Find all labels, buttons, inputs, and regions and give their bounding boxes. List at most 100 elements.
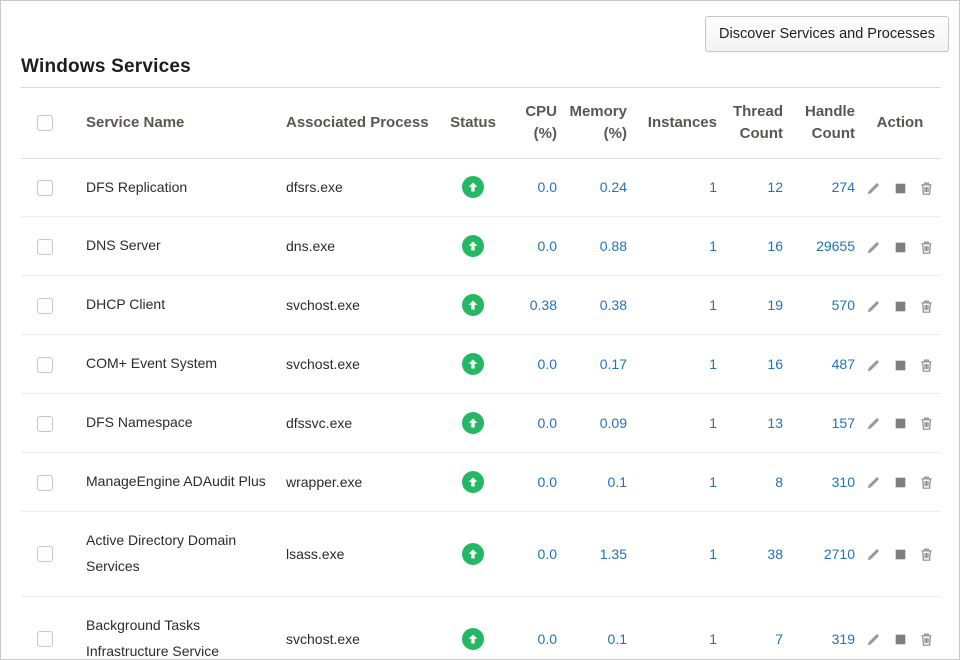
windows-services-page: Discover Services and Processes Windows … xyxy=(0,0,960,660)
discover-services-button[interactable]: Discover Services and Processes xyxy=(705,16,949,52)
delete-icon[interactable] xyxy=(919,632,934,647)
memory-value: 0.88 xyxy=(561,217,631,276)
edit-icon[interactable] xyxy=(866,416,881,431)
checkbox-cell xyxy=(21,511,71,596)
delete-icon[interactable] xyxy=(919,358,934,373)
delete-icon[interactable] xyxy=(919,240,934,255)
checkbox-cell xyxy=(21,158,71,217)
memory-value: 0.1 xyxy=(561,452,631,511)
status-up-icon xyxy=(462,235,484,257)
memory-value: 0.1 xyxy=(561,596,631,660)
status-up-icon xyxy=(462,628,484,650)
action-cell xyxy=(859,394,941,453)
memory-value: 1.35 xyxy=(561,511,631,596)
delete-icon[interactable] xyxy=(919,181,934,196)
action-cell xyxy=(859,217,941,276)
thread-count-value: 12 xyxy=(721,158,787,217)
service-name: ManageEngine ADAudit Plus xyxy=(71,452,271,511)
table-row: COM+ Event System svchost.exe 0.0 0.17 1… xyxy=(21,335,941,394)
thread-count-value: 8 xyxy=(721,452,787,511)
row-checkbox[interactable] xyxy=(37,298,53,314)
row-checkbox[interactable] xyxy=(37,475,53,491)
cpu-value: 0.0 xyxy=(505,452,561,511)
service-name: COM+ Event System xyxy=(71,335,271,394)
edit-icon[interactable] xyxy=(866,240,881,255)
delete-icon[interactable] xyxy=(919,299,934,314)
stop-icon[interactable] xyxy=(893,547,908,562)
associated-process: svchost.exe xyxy=(271,596,441,660)
instances-value: 1 xyxy=(631,596,721,660)
handle-count-value: 487 xyxy=(787,335,859,394)
handle-count-value: 570 xyxy=(787,276,859,335)
service-name: Background Tasks Infrastructure Service xyxy=(71,596,271,660)
edit-icon[interactable] xyxy=(866,632,881,647)
associated-process: dns.exe xyxy=(271,217,441,276)
delete-icon[interactable] xyxy=(919,416,934,431)
row-checkbox[interactable] xyxy=(37,357,53,373)
row-checkbox[interactable] xyxy=(37,546,53,562)
stop-icon[interactable] xyxy=(893,240,908,255)
select-all-checkbox[interactable] xyxy=(37,115,53,131)
action-cell xyxy=(859,452,941,511)
col-associated-process: Associated Process xyxy=(271,88,441,158)
table-row: DFS Replication dfsrs.exe 0.0 0.24 1 12 … xyxy=(21,158,941,217)
cpu-value: 0.0 xyxy=(505,596,561,660)
stop-icon[interactable] xyxy=(893,299,908,314)
associated-process: svchost.exe xyxy=(271,335,441,394)
memory-value: 0.38 xyxy=(561,276,631,335)
title-section: Windows Services xyxy=(21,56,941,88)
checkbox-cell xyxy=(21,335,71,394)
action-cell xyxy=(859,596,941,660)
edit-icon[interactable] xyxy=(866,475,881,490)
stop-icon[interactable] xyxy=(893,181,908,196)
status-up-icon xyxy=(462,353,484,375)
table-row: DFS Namespace dfssvc.exe 0.0 0.09 1 13 1… xyxy=(21,394,941,453)
col-status: Status xyxy=(441,88,505,158)
handle-count-value: 2710 xyxy=(787,511,859,596)
stop-icon[interactable] xyxy=(893,632,908,647)
associated-process: lsass.exe xyxy=(271,511,441,596)
cpu-value: 0.0 xyxy=(505,158,561,217)
instances-value: 1 xyxy=(631,394,721,453)
action-cell xyxy=(859,511,941,596)
cpu-value: 0.0 xyxy=(505,335,561,394)
table-row: Active Directory Domain Services lsass.e… xyxy=(21,511,941,596)
thread-count-value: 7 xyxy=(721,596,787,660)
instances-value: 1 xyxy=(631,276,721,335)
instances-value: 1 xyxy=(631,158,721,217)
instances-value: 1 xyxy=(631,452,721,511)
status-cell xyxy=(441,158,505,217)
thread-count-value: 38 xyxy=(721,511,787,596)
checkbox-cell xyxy=(21,394,71,453)
edit-icon[interactable] xyxy=(866,299,881,314)
table-header-row: Service Name Associated Process Status C… xyxy=(21,88,941,158)
table-body: DFS Replication dfsrs.exe 0.0 0.24 1 12 … xyxy=(21,158,941,660)
stop-icon[interactable] xyxy=(893,416,908,431)
delete-icon[interactable] xyxy=(919,475,934,490)
row-checkbox[interactable] xyxy=(37,416,53,432)
edit-icon[interactable] xyxy=(866,547,881,562)
associated-process: dfssvc.exe xyxy=(271,394,441,453)
stop-icon[interactable] xyxy=(893,358,908,373)
instances-value: 1 xyxy=(631,217,721,276)
select-all-cell xyxy=(21,88,71,158)
row-checkbox[interactable] xyxy=(37,631,53,647)
instances-value: 1 xyxy=(631,511,721,596)
edit-icon[interactable] xyxy=(866,358,881,373)
col-cpu: CPU (%) xyxy=(505,88,561,158)
checkbox-cell xyxy=(21,452,71,511)
status-cell xyxy=(441,217,505,276)
delete-icon[interactable] xyxy=(919,547,934,562)
status-up-icon xyxy=(462,543,484,565)
table-row: Background Tasks Infrastructure Service … xyxy=(21,596,941,660)
checkbox-cell xyxy=(21,276,71,335)
handle-count-value: 274 xyxy=(787,158,859,217)
stop-icon[interactable] xyxy=(893,475,908,490)
memory-value: 0.17 xyxy=(561,335,631,394)
instances-value: 1 xyxy=(631,335,721,394)
row-checkbox[interactable] xyxy=(37,239,53,255)
associated-process: svchost.exe xyxy=(271,276,441,335)
row-checkbox[interactable] xyxy=(37,180,53,196)
checkbox-cell xyxy=(21,596,71,660)
edit-icon[interactable] xyxy=(866,181,881,196)
